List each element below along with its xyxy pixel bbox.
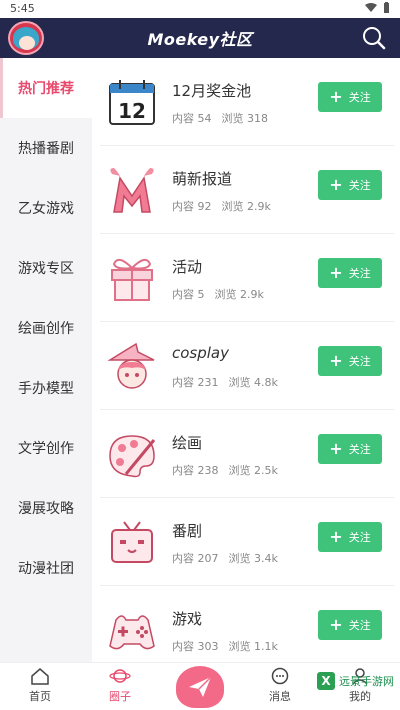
content-count: 内容 207 — [172, 552, 219, 565]
follow-button[interactable]: + 关注 — [318, 434, 382, 464]
page-title: Moekey社区 — [147, 30, 253, 49]
sidebar-item-label: 文学创作 — [18, 441, 74, 457]
follow-button[interactable]: + 关注 — [318, 170, 382, 200]
chat-icon — [271, 667, 289, 685]
nav-messages-label: 消息 — [269, 690, 291, 703]
sidebar-item-expo[interactable]: 漫展攻略 — [0, 478, 92, 538]
nav-messages[interactable]: 消息 — [250, 667, 310, 704]
status-time: 5:45 — [10, 2, 35, 15]
list-item[interactable]: 游戏 内容 303 浏览 1.1k + 关注 — [100, 586, 394, 662]
follow-button[interactable]: + 关注 — [318, 82, 382, 112]
list-item[interactable]: 12 12月奖金池 内容 54 浏览 318 + 关注 — [100, 58, 394, 146]
palette-icon — [106, 430, 158, 480]
watermark: X 远景手游网 — [317, 672, 394, 690]
content-count: 内容 238 — [172, 464, 219, 477]
category-sidebar: 热门推荐 热播番剧 乙女游戏 游戏专区 绘画创作 手办模型 文学创作 漫展攻略 … — [0, 58, 92, 662]
view-count: 浏览 1.1k — [228, 640, 278, 653]
avatar[interactable] — [8, 21, 44, 55]
view-count: 浏览 2.9k — [214, 288, 264, 301]
plus-icon: + — [329, 439, 343, 458]
community-name: 活动 — [172, 258, 203, 276]
view-count: 浏览 2.9k — [221, 200, 271, 213]
community-name: 游戏 — [172, 610, 203, 628]
sidebar-item-label: 漫展攻略 — [18, 501, 74, 517]
view-count: 浏览 3.4k — [228, 552, 278, 565]
follow-button[interactable]: + 关注 — [318, 610, 382, 640]
sidebar-item-label: 热播番剧 — [18, 141, 74, 157]
view-count: 浏览 318 — [221, 112, 269, 125]
view-count: 浏览 2.5k — [228, 464, 278, 477]
plus-icon: + — [329, 87, 343, 106]
gift-icon — [106, 254, 158, 304]
sidebar-item-otome[interactable]: 乙女游戏 — [0, 178, 92, 238]
battery-icon — [383, 2, 390, 17]
follow-button[interactable]: + 关注 — [318, 258, 382, 288]
content-count: 内容 231 — [172, 376, 219, 389]
sidebar-item-label: 热门推荐 — [18, 81, 74, 97]
list-item[interactable]: cosplay 内容 231 浏览 4.8k + 关注 — [100, 322, 394, 410]
sidebar-item-label: 游戏专区 — [18, 261, 74, 277]
planet-icon — [109, 669, 131, 683]
sidebar-item-anime[interactable]: 热播番剧 — [0, 118, 92, 178]
sidebar-item-literature[interactable]: 文学创作 — [0, 418, 92, 478]
witch-girl-icon — [106, 342, 158, 392]
list-item[interactable]: 活动 内容 5 浏览 2.9k + 关注 — [100, 234, 394, 322]
content-count: 内容 54 — [172, 112, 212, 125]
post-button[interactable] — [176, 666, 224, 708]
sidebar-item-games[interactable]: 游戏专区 — [0, 238, 92, 298]
community-list: 12 12月奖金池 内容 54 浏览 318 + 关注 萌新报道 内容 92 浏览… — [100, 58, 394, 662]
status-bar: 5:45 — [0, 0, 400, 18]
view-count: 浏览 4.8k — [228, 376, 278, 389]
sidebar-item-drawing[interactable]: 绘画创作 — [0, 298, 92, 358]
home-icon — [31, 668, 49, 685]
letter-m-icon — [106, 166, 158, 216]
sidebar-item-hot[interactable]: 热门推荐 — [0, 58, 92, 118]
nav-mine-label: 我的 — [349, 690, 371, 703]
community-name: 绘画 — [172, 434, 203, 452]
plus-icon: + — [329, 615, 343, 634]
app-header: Moekey社区 — [0, 18, 400, 58]
plus-icon: + — [329, 263, 343, 282]
follow-button[interactable]: + 关注 — [318, 522, 382, 552]
list-item[interactable]: 萌新报道 内容 92 浏览 2.9k + 关注 — [100, 146, 394, 234]
plus-icon: + — [329, 527, 343, 546]
sidebar-item-label: 乙女游戏 — [18, 201, 74, 217]
nav-circle[interactable]: 圈子 — [90, 667, 150, 704]
tv-icon — [106, 518, 158, 568]
community-name: cosplay — [172, 344, 229, 362]
calendar-12-icon: 12 — [106, 78, 158, 128]
community-name: 萌新报道 — [172, 170, 233, 188]
content-count: 内容 303 — [172, 640, 219, 653]
watermark-logo-icon: X — [317, 672, 335, 690]
plus-icon: + — [329, 351, 343, 370]
follow-button[interactable]: + 关注 — [318, 346, 382, 376]
sidebar-item-clubs[interactable]: 动漫社团 — [0, 538, 92, 598]
community-name: 番剧 — [172, 522, 203, 540]
gamepad-icon — [106, 606, 158, 656]
search-icon[interactable] — [362, 26, 386, 50]
wifi-icon — [365, 3, 377, 16]
sidebar-item-label: 动漫社团 — [18, 561, 74, 577]
content-count: 内容 5 — [172, 288, 205, 301]
system-icons — [365, 2, 390, 17]
nav-home-label: 首页 — [29, 690, 51, 703]
plus-icon: + — [329, 175, 343, 194]
nav-home[interactable]: 首页 — [10, 667, 70, 704]
content-count: 内容 92 — [172, 200, 212, 213]
list-item[interactable]: 番剧 内容 207 浏览 3.4k + 关注 — [100, 498, 394, 586]
sidebar-item-label: 绘画创作 — [18, 321, 74, 337]
list-item[interactable]: 绘画 内容 238 浏览 2.5k + 关注 — [100, 410, 394, 498]
sidebar-item-figures[interactable]: 手办模型 — [0, 358, 92, 418]
sidebar-item-label: 手办模型 — [18, 381, 74, 397]
nav-circle-label: 圈子 — [109, 690, 131, 703]
svg-text:12: 12 — [118, 99, 146, 123]
community-name: 12月奖金池 — [172, 82, 252, 100]
watermark-text: 远景手游网 — [339, 675, 394, 688]
paper-plane-icon — [189, 676, 212, 697]
